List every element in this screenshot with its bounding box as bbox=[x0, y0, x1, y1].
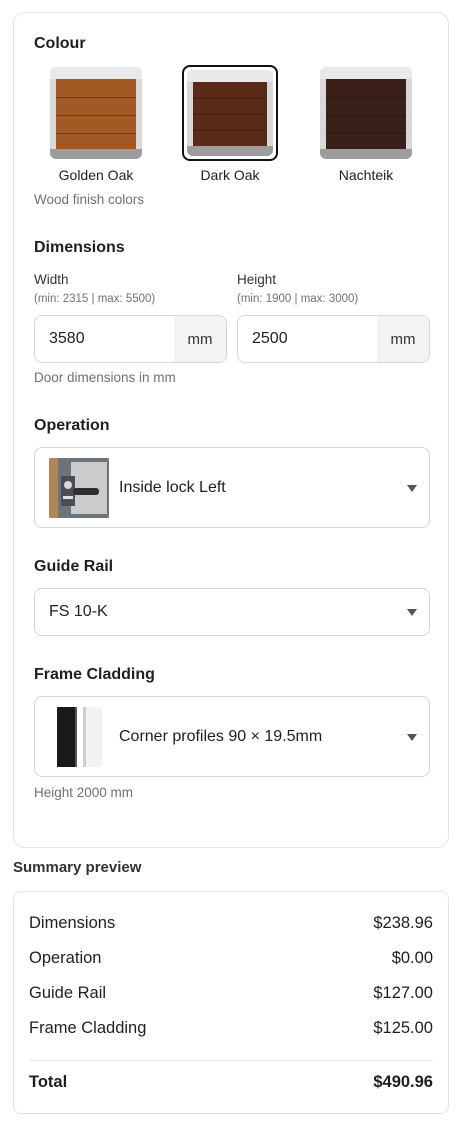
operation-value: Inside lock Left bbox=[119, 478, 226, 496]
height-field: mm bbox=[237, 315, 430, 363]
summary-row-value: $125.00 bbox=[373, 1019, 433, 1037]
height-input[interactable] bbox=[238, 316, 377, 362]
guide-rail-select[interactable]: FS 10-K bbox=[34, 588, 430, 636]
summary-row-label: Operation bbox=[29, 949, 102, 967]
nachteik-door-image bbox=[320, 67, 412, 159]
summary-row-value: $127.00 bbox=[373, 984, 433, 1002]
swatch-label: Golden Oak bbox=[58, 167, 134, 183]
lock-photo-icon bbox=[49, 457, 109, 518]
width-field: mm bbox=[34, 315, 227, 363]
frame-cladding-value: Corner profiles 90 × 19.5mm bbox=[119, 727, 323, 745]
width-label: Width bbox=[34, 272, 69, 287]
swatch-label: Dark Oak bbox=[200, 167, 260, 183]
summary-row: Guide Rail $127.00 bbox=[29, 984, 433, 1003]
summary-row-label: Dimensions bbox=[29, 914, 116, 932]
width-range: (min: 2315 | max: 5500) bbox=[34, 293, 156, 305]
frame-cladding-select[interactable]: Corner profiles 90 × 19.5mm bbox=[34, 696, 430, 777]
summary-total-label: Total bbox=[29, 1073, 68, 1091]
dimensions-hint: Door dimensions in mm bbox=[34, 370, 176, 385]
summary-divider bbox=[29, 1060, 433, 1061]
width-unit: mm bbox=[174, 316, 226, 362]
chevron-down-icon bbox=[407, 484, 417, 492]
summary-row: Operation $0.00 bbox=[29, 949, 433, 968]
width-input[interactable] bbox=[35, 316, 174, 362]
operation-select[interactable]: Inside lock Left bbox=[34, 447, 430, 528]
summary-row-value: $238.96 bbox=[373, 914, 433, 932]
height-range: (min: 1900 | max: 3000) bbox=[237, 293, 359, 305]
frame-cladding-heading: Frame Cladding bbox=[34, 666, 155, 683]
golden-oak-door-image bbox=[50, 67, 142, 159]
summary-card: Dimensions $238.96 Operation $0.00 Guide… bbox=[13, 891, 449, 1114]
chevron-down-icon bbox=[407, 733, 417, 741]
summary-row: Frame Cladding $125.00 bbox=[29, 1019, 433, 1038]
swatch-label: Nachteik bbox=[338, 167, 394, 183]
operation-heading: Operation bbox=[34, 417, 110, 434]
guide-rail-heading: Guide Rail bbox=[34, 558, 114, 575]
summary-heading: Summary preview bbox=[13, 859, 142, 876]
summary-row-value: $0.00 bbox=[391, 949, 433, 967]
summary-row-label: Frame Cladding bbox=[29, 1019, 147, 1037]
summary-row-label: Guide Rail bbox=[29, 984, 107, 1002]
dimensions-heading: Dimensions bbox=[34, 239, 125, 256]
configurator-card: Colour Golden Oak Dark Oak Nachteik Wood… bbox=[13, 12, 449, 848]
colour-hint: Wood finish colors bbox=[34, 192, 145, 207]
frame-cladding-hint: Height 2000 mm bbox=[34, 785, 134, 800]
colour-option-nachteik[interactable]: Nachteik bbox=[318, 65, 414, 183]
guide-rail-value: FS 10-K bbox=[49, 603, 108, 620]
summary-total-value: $490.96 bbox=[373, 1073, 433, 1091]
colour-option-dark-oak[interactable]: Dark Oak bbox=[182, 65, 278, 183]
dark-oak-door-image bbox=[187, 70, 273, 156]
colour-heading: Colour bbox=[34, 35, 86, 52]
summary-total-row: Total $490.96 bbox=[29, 1073, 433, 1092]
summary-row: Dimensions $238.96 bbox=[29, 914, 433, 933]
height-label: Height bbox=[237, 272, 277, 287]
swatch-frame bbox=[182, 65, 278, 161]
chevron-down-icon bbox=[407, 609, 417, 616]
height-unit: mm bbox=[377, 316, 429, 362]
swatch-frame bbox=[318, 65, 414, 161]
swatch-frame bbox=[48, 65, 144, 161]
corner-profile-icon bbox=[49, 706, 109, 767]
colour-option-golden-oak[interactable]: Golden Oak bbox=[48, 65, 144, 183]
